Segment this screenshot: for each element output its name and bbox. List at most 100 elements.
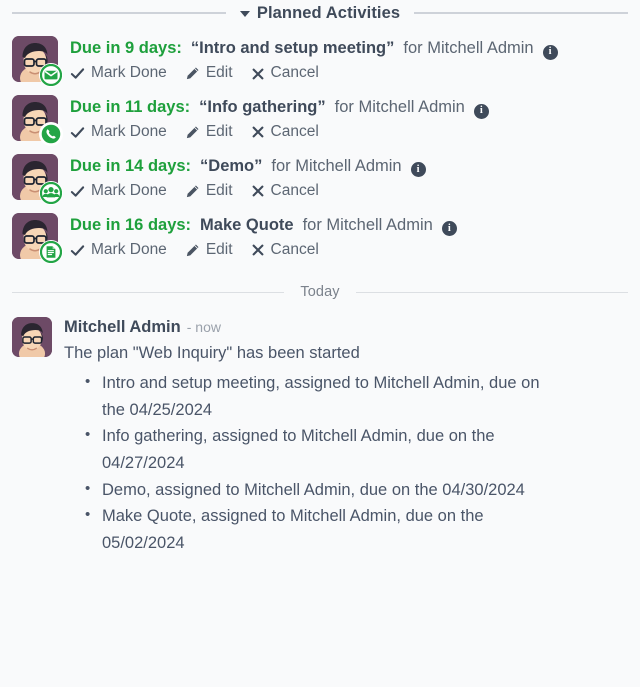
activity-actions: Mark Done Edit Cancel	[70, 182, 628, 201]
cancel-label: Cancel	[270, 64, 319, 82]
message-header: Mitchell Admin - now	[64, 317, 628, 338]
edit-button[interactable]: Edit	[185, 123, 233, 142]
edit-label: Edit	[205, 123, 233, 141]
cancel-label: Cancel	[270, 123, 319, 141]
phone-icon	[39, 121, 63, 146]
divider-left	[12, 12, 226, 14]
activity-due: Due in 9 days:	[70, 39, 182, 57]
message-item: Mitchell Admin - now The plan "Web Inqui…	[0, 305, 640, 556]
activity-summary: Due in 14 days: “Demo” for Mitchell Admi…	[70, 155, 628, 178]
pencil-icon	[185, 184, 200, 199]
avatar[interactable]	[12, 36, 63, 87]
activity-row: Due in 11 days: “Info gathering” for Mit…	[12, 94, 628, 146]
activity-assignee: for Mitchell Admin	[334, 97, 465, 116]
mark-done-button[interactable]: Mark Done	[70, 241, 167, 260]
email-icon	[39, 63, 63, 87]
edit-button[interactable]: Edit	[185, 182, 233, 201]
activity-actions: Mark Done Edit Cancel	[70, 241, 628, 260]
close-icon	[251, 67, 265, 81]
activity-row: Due in 16 days: Make Quote for Mitchell …	[12, 212, 628, 264]
activity-assignee: for Mitchell Admin	[271, 156, 402, 175]
activity-due: Due in 16 days:	[70, 215, 192, 234]
pencil-icon	[185, 125, 200, 140]
pencil-icon	[185, 243, 200, 258]
message-body: Mitchell Admin - now The plan "Web Inqui…	[64, 317, 628, 556]
message-timestamp: - now	[186, 319, 221, 336]
activity-summary: Due in 16 days: Make Quote for Mitchell …	[70, 214, 628, 237]
activity-actions: Mark Done Edit Cancel	[70, 123, 628, 142]
activity-subject: Make Quote	[200, 215, 294, 234]
activity-body: Due in 16 days: Make Quote for Mitchell …	[70, 213, 628, 260]
activity-actions: Mark Done Edit Cancel	[70, 64, 628, 83]
avatar[interactable]	[12, 317, 52, 358]
mark-done-button[interactable]: Mark Done	[70, 182, 167, 201]
activity-body: Due in 11 days: “Info gathering” for Mit…	[70, 95, 628, 142]
mark-done-label: Mark Done	[91, 181, 167, 199]
edit-label: Edit	[205, 181, 233, 199]
divider-left	[12, 291, 285, 293]
list-item: Make Quote, assigned to Mitchell Admin, …	[85, 503, 542, 556]
cancel-button[interactable]: Cancel	[251, 64, 319, 83]
activity-due: Due in 14 days:	[70, 156, 192, 175]
list-item: Demo, assigned to Mitchell Admin, due on…	[85, 477, 542, 504]
edit-button[interactable]: Edit	[185, 64, 233, 83]
cancel-button[interactable]: Cancel	[251, 241, 319, 260]
planned-activities-label: Planned Activities	[256, 3, 401, 22]
close-icon	[251, 184, 265, 198]
edit-label: Edit	[205, 240, 233, 258]
mark-done-button[interactable]: Mark Done	[70, 64, 167, 83]
activity-subject: “Intro and setup meeting”	[190, 39, 395, 57]
today-separator: Today	[0, 279, 640, 305]
avatar[interactable]	[12, 153, 63, 205]
chevron-down-icon	[239, 11, 250, 17]
activity-summary: Due in 9 days: “Intro and setup meeting”…	[70, 37, 628, 60]
mark-done-button[interactable]: Mark Done	[70, 123, 167, 142]
mark-done-label: Mark Done	[91, 240, 167, 258]
today-label: Today	[300, 284, 340, 301]
activity-subject: “Info gathering”	[199, 97, 326, 116]
cancel-label: Cancel	[270, 240, 319, 258]
pencil-icon	[185, 66, 200, 81]
info-icon[interactable]: i	[542, 44, 558, 60]
check-icon	[70, 66, 85, 81]
activity-assignee: for Mitchell Admin	[403, 39, 534, 57]
edit-label: Edit	[205, 64, 233, 82]
close-icon	[251, 243, 265, 257]
activity-summary: Due in 11 days: “Info gathering” for Mit…	[70, 96, 628, 119]
message-author[interactable]: Mitchell Admin	[64, 317, 181, 338]
message-bullet-list: Intro and setup meeting, assigned to Mit…	[64, 370, 628, 557]
edit-button[interactable]: Edit	[185, 241, 233, 260]
planned-activities-toggle[interactable]: Planned Activities	[226, 4, 414, 23]
activity-row: Due in 14 days: “Demo” for Mitchell Admi…	[12, 153, 628, 205]
message-text: The plan "Web Inquiry" has been started	[64, 343, 360, 362]
close-icon	[251, 125, 265, 139]
avatar[interactable]	[12, 94, 63, 146]
activity-body: Due in 9 days: “Intro and setup meeting”…	[70, 36, 628, 83]
planned-activities-separator: Planned Activities	[0, 0, 640, 26]
info-icon[interactable]: i	[473, 103, 489, 119]
activity-assignee: for Mitchell Admin	[302, 215, 433, 234]
document-icon	[39, 239, 63, 264]
activity-row: Due in 9 days: “Intro and setup meeting”…	[12, 36, 628, 87]
list-item: Info gathering, assigned to Mitchell Adm…	[85, 423, 542, 476]
check-icon	[70, 243, 85, 258]
info-icon[interactable]: i	[410, 162, 426, 178]
divider-right	[355, 291, 629, 293]
check-icon	[70, 125, 85, 140]
cancel-button[interactable]: Cancel	[251, 182, 319, 201]
cancel-button[interactable]: Cancel	[251, 123, 319, 142]
activity-list: Due in 9 days: “Intro and setup meeting”…	[0, 26, 640, 264]
check-icon	[70, 184, 85, 199]
list-item: Intro and setup meeting, assigned to Mit…	[85, 370, 542, 423]
cancel-label: Cancel	[270, 181, 319, 199]
divider-right	[414, 12, 629, 14]
mark-done-label: Mark Done	[91, 123, 167, 141]
activity-due: Due in 11 days:	[70, 97, 191, 116]
activity-panel: Planned Activities Due in 9 days: “Intro…	[0, 0, 640, 687]
info-icon[interactable]: i	[441, 221, 457, 237]
mark-done-label: Mark Done	[91, 64, 167, 82]
activity-subject: “Demo”	[200, 156, 263, 175]
activity-body: Due in 14 days: “Demo” for Mitchell Admi…	[70, 154, 628, 201]
avatar[interactable]	[12, 212, 63, 264]
users-icon	[39, 180, 63, 205]
